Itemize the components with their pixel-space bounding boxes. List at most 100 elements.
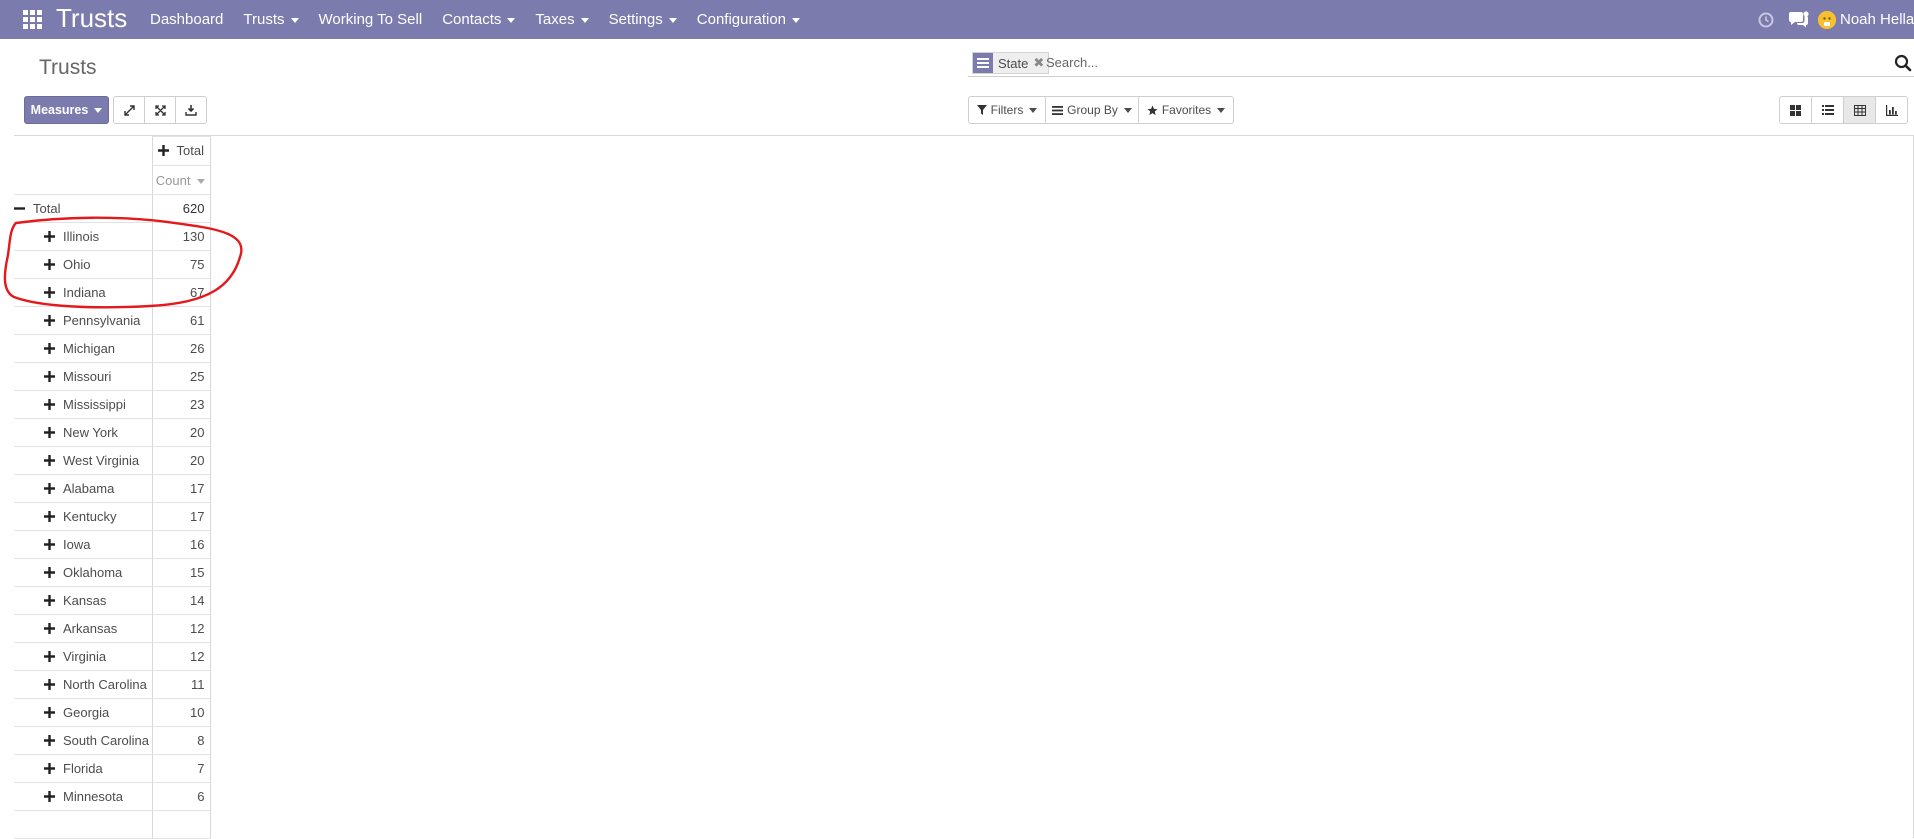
pivot-row: Iowa 16 (14, 530, 211, 559)
pivot-row-header[interactable]: Kansas (14, 586, 153, 615)
pivot-cell-value[interactable]: 7 (152, 754, 211, 783)
pivot-row-header[interactable]: Ohio (14, 250, 153, 279)
pivot-cell-value[interactable]: 14 (152, 586, 211, 615)
user-avatar[interactable] (1818, 10, 1836, 29)
pivot-row-header[interactable]: Iowa (14, 530, 153, 559)
pivot-cell-value[interactable]: 75 (152, 250, 211, 279)
pivot-row: Florida 7 (14, 754, 211, 783)
pivot-row: Minnesota 6 (14, 782, 211, 811)
pivot-row-header[interactable]: Illinois (14, 222, 153, 251)
expand-plus-icon (44, 679, 55, 690)
pivot-cell-value[interactable]: 130 (152, 222, 211, 251)
pivot-total-value[interactable]: 620 (152, 194, 211, 223)
menu-item-taxes[interactable]: Taxes (525, 0, 598, 39)
pivot-cell-value[interactable]: 15 (152, 558, 211, 587)
apps-menu-icon[interactable] (22, 9, 43, 30)
pivot-row-header[interactable]: Pennsylvania (14, 306, 153, 335)
row-label: Kentucky (63, 509, 117, 524)
measures-button[interactable]: Measures (24, 96, 109, 124)
pivot-row: West Virginia 20 (14, 446, 211, 475)
systray: Noah Hellan (1758, 0, 1914, 39)
pivot-cell-value[interactable]: 26 (152, 334, 211, 363)
measure-header-count[interactable]: Count (152, 165, 211, 195)
pivot-row-header-total[interactable]: Total (14, 194, 153, 223)
menu-item-working-to-sell[interactable]: Working To Sell (309, 0, 433, 39)
pivot-row-header[interactable]: Arkansas (14, 614, 153, 643)
row-label: West Virginia (63, 453, 140, 468)
pivot-cell-value[interactable]: 20 (152, 418, 211, 447)
flip-axis-button[interactable] (113, 96, 145, 124)
pivot-cell-value[interactable]: 11 (152, 670, 211, 699)
pivot-col-header-total[interactable]: Total (152, 136, 211, 166)
dropdown-caret-icon (290, 17, 299, 23)
pivot-row: North Carolina 11 (14, 670, 211, 699)
pivot-row: Arkansas 12 (14, 614, 211, 643)
expand-plus-icon (44, 791, 55, 802)
pivot-row-header[interactable]: Georgia (14, 698, 153, 727)
pivot-cell-value[interactable]: 20 (152, 446, 211, 475)
group-by-button[interactable]: Group By (1045, 96, 1139, 124)
pivot-row-header[interactable] (14, 810, 153, 839)
pivot-row: New York 20 (14, 418, 211, 447)
menu-item-settings[interactable]: Settings (599, 0, 687, 39)
menu-item-contacts[interactable]: Contacts (432, 0, 525, 39)
menu-item-label: Dashboard (150, 11, 224, 28)
expand-plus-icon (44, 259, 55, 270)
pivot-cell-value[interactable]: 16 (152, 530, 211, 559)
pivot-cell-value[interactable]: 25 (152, 362, 211, 391)
pivot-cell-value[interactable] (152, 810, 211, 839)
pivot-row-header[interactable]: Michigan (14, 334, 153, 363)
pivot-row-header[interactable]: North Carolina (14, 670, 153, 699)
pivot-view-button[interactable] (1843, 96, 1876, 124)
search-facet-groupby[interactable]: State ✖ (972, 52, 1050, 74)
pivot-cell-value[interactable]: 10 (152, 698, 211, 727)
menu-item-configuration[interactable]: Configuration (687, 0, 810, 39)
pivot-row-header[interactable]: Alabama (14, 474, 153, 503)
user-menu-name[interactable]: Noah Hellan (1840, 11, 1914, 28)
kanban-view-button[interactable] (1779, 96, 1812, 124)
pivot-row-header[interactable]: South Carolina (14, 726, 153, 755)
pivot-cell-value[interactable]: 61 (152, 306, 211, 335)
pivot-cell-value[interactable]: 6 (152, 782, 211, 811)
list-view-button[interactable] (1811, 96, 1844, 124)
menu-item-label: Taxes (535, 11, 575, 28)
pivot-cell-value[interactable]: 17 (152, 502, 211, 531)
pivot-row: Alabama 17 (14, 474, 211, 503)
pivot-row: Missouri 25 (14, 362, 211, 391)
pivot-row-header[interactable]: Minnesota (14, 782, 153, 811)
messaging-chat-icon[interactable] (1788, 10, 1810, 29)
menu-item-dashboard[interactable]: Dashboard (140, 0, 233, 39)
pivot-row-header[interactable]: Florida (14, 754, 153, 783)
favorites-label: Favorites (1161, 103, 1212, 117)
content-separator (14, 135, 1914, 136)
row-label: Missouri (63, 369, 112, 384)
menu-item-trusts[interactable]: Trusts (233, 0, 308, 39)
pivot-row-header[interactable]: Missouri (14, 362, 153, 391)
pivot-cell-value[interactable]: 23 (152, 390, 211, 419)
expand-plus-icon (44, 371, 55, 382)
pivot-row-header[interactable]: Oklahoma (14, 558, 153, 587)
pivot-row-header[interactable]: New York (14, 418, 153, 447)
pivot-row-header[interactable]: Indiana (14, 278, 153, 307)
pivot-cell-value[interactable]: 12 (152, 642, 211, 671)
total-label: Total (33, 201, 61, 216)
pivot-cell-value[interactable]: 67 (152, 278, 211, 307)
expand-all-button[interactable] (144, 96, 176, 124)
pivot-row-header[interactable]: Virginia (14, 642, 153, 671)
pivot-cell-value[interactable]: 17 (152, 474, 211, 503)
group-by-list-icon (1052, 105, 1064, 115)
search-icon[interactable] (1894, 54, 1912, 72)
pivot-row-header[interactable]: West Virginia (14, 446, 153, 475)
graph-view-button[interactable] (1875, 96, 1908, 124)
pivot-cell-value[interactable]: 8 (152, 726, 211, 755)
row-label: Florida (63, 761, 103, 776)
favorites-button[interactable]: Favorites (1138, 96, 1234, 124)
download-button[interactable] (175, 96, 207, 124)
search-input[interactable] (1046, 52, 1846, 72)
group-by-icon (973, 53, 993, 73)
filters-button[interactable]: Filters (968, 96, 1046, 124)
pivot-row-header[interactable]: Mississippi (14, 390, 153, 419)
activity-clock-icon[interactable] (1758, 12, 1774, 28)
pivot-cell-value[interactable]: 12 (152, 614, 211, 643)
pivot-row-header[interactable]: Kentucky (14, 502, 153, 531)
